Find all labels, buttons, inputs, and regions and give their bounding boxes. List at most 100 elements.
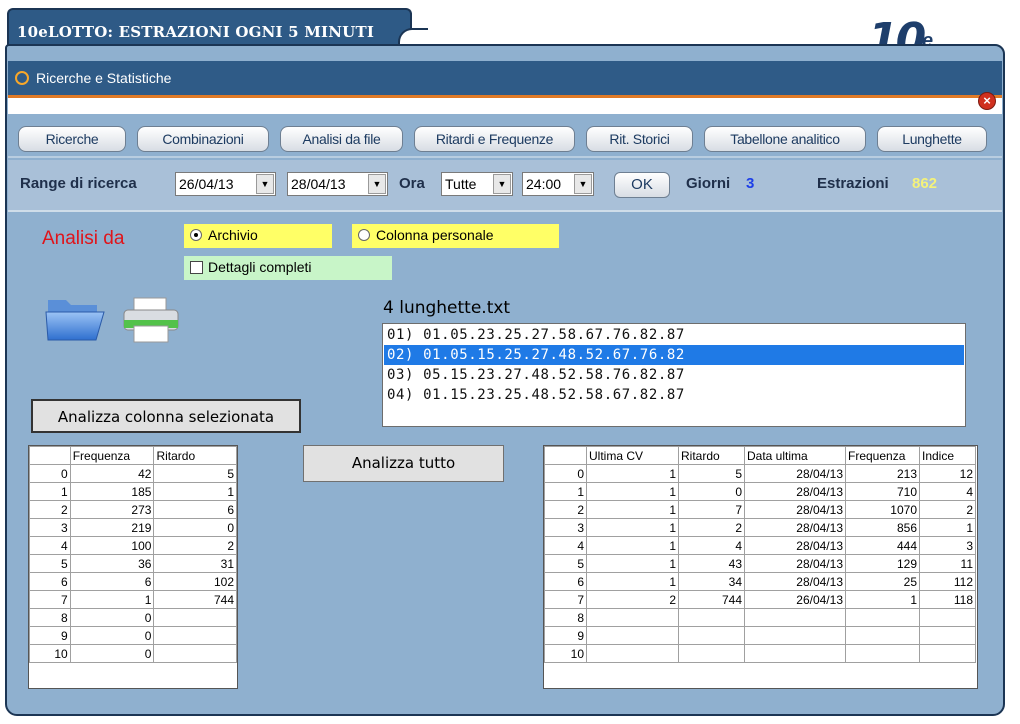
table-cell[interactable] (678, 626, 745, 645)
printer-icon[interactable] (120, 296, 182, 344)
table-cell[interactable] (678, 644, 745, 663)
table-cell[interactable]: 1 (586, 554, 679, 573)
table-cell[interactable] (744, 644, 846, 663)
menu-rit-storici[interactable]: Rit. Storici (586, 126, 693, 152)
table-row[interactable]: 1 185 1 (29, 482, 237, 501)
table-cell[interactable]: 444 (845, 536, 920, 555)
table-cell[interactable]: 34 (678, 572, 745, 591)
stats-table[interactable]: Ultima CV Ritardo Data ultima Frequenza … (543, 445, 978, 689)
table-row[interactable]: 4 1 4 28/04/13 444 3 (544, 536, 976, 555)
list-item[interactable]: 03) 05.15.23.27.48.52.58.76.82.87 (384, 365, 964, 385)
table-cell[interactable]: 28/04/13 (744, 464, 846, 483)
table-cell[interactable]: 2 (919, 500, 976, 519)
analizza-colonna-button[interactable]: Analizza colonna selezionata (31, 399, 301, 433)
table-cell[interactable] (845, 644, 920, 663)
list-item[interactable]: 04) 01.15.23.25.48.52.58.67.82.87 (384, 385, 964, 405)
table-row[interactable]: 10 (544, 644, 976, 663)
dettagli-checkbox[interactable]: Dettagli completi (184, 256, 392, 280)
table-row[interactable]: 80 (29, 608, 237, 627)
table-cell[interactable]: 28/04/13 (744, 518, 846, 537)
table-cell[interactable]: 1 (586, 518, 679, 537)
table-cell[interactable]: 0 (153, 518, 237, 537)
table-cell[interactable]: 28/04/13 (744, 572, 846, 591)
table-cell[interactable]: 43 (678, 554, 745, 573)
table-cell[interactable]: 1 (153, 482, 237, 501)
table-cell[interactable]: 744 (153, 590, 237, 609)
table-cell[interactable]: 11 (919, 554, 976, 573)
table-cell[interactable]: 5 (678, 464, 745, 483)
menu-ritardi-frequenze[interactable]: Ritardi e Frequenze (414, 126, 575, 152)
table-cell[interactable] (845, 626, 920, 645)
table-row[interactable]: 0 1 5 28/04/13 213 12 (544, 464, 976, 483)
table-cell[interactable]: 7 (678, 500, 745, 519)
table-cell[interactable]: 112 (919, 572, 976, 591)
table-cell[interactable]: 856 (845, 518, 920, 537)
table-row[interactable]: 5 36 31 (29, 554, 237, 573)
table-cell[interactable]: 219 (69, 518, 155, 537)
table-cell[interactable]: 31 (153, 554, 237, 573)
dropdown-arrow-icon[interactable]: ▼ (368, 174, 386, 194)
menu-combinazioni[interactable]: Combinazioni (137, 126, 269, 152)
table-cell[interactable]: 1 (586, 500, 679, 519)
dropdown-arrow-icon[interactable]: ▼ (256, 174, 274, 194)
table-cell[interactable]: 213 (845, 464, 920, 483)
folder-open-icon[interactable] (44, 294, 106, 342)
table-cell[interactable]: 1 (919, 518, 976, 537)
table-cell[interactable]: 118 (919, 590, 976, 609)
frequency-table[interactable]: Frequenza Ritardo 0 42 5 1 185 1 2 273 6 3 219 0 4 10… (28, 445, 238, 689)
table-row[interactable]: 6 6 102 (29, 572, 237, 591)
dropdown-arrow-icon[interactable]: ▼ (493, 174, 511, 194)
date-from-select[interactable]: 26/04/13 ▼ (175, 172, 276, 196)
menu-analisi-da-file[interactable]: Analisi da file (280, 126, 403, 152)
archivio-radio[interactable]: Archivio (184, 224, 332, 248)
table-row[interactable]: 2 273 6 (29, 500, 237, 519)
table-row[interactable]: 7 1 744 (29, 590, 237, 609)
table-cell[interactable]: 129 (845, 554, 920, 573)
table-cell[interactable]: 0 (678, 482, 745, 501)
file-lines-list[interactable]: 01) 01.05.23.25.27.58.67.76.82.87 02) 01… (382, 323, 966, 427)
table-cell[interactable]: 102 (153, 572, 237, 591)
table-cell[interactable] (153, 608, 237, 627)
table-cell[interactable]: 12 (919, 464, 976, 483)
table-row[interactable]: 0 42 5 (29, 464, 237, 483)
table-cell[interactable]: 273 (69, 500, 155, 519)
ok-button[interactable]: OK (614, 172, 670, 198)
table-cell[interactable]: 2 (153, 536, 237, 555)
list-item-selected[interactable]: 02) 01.05.15.25.27.48.52.67.76.82 (384, 345, 964, 365)
table-cell[interactable]: 42 (69, 464, 155, 483)
table-cell[interactable]: 185 (69, 482, 155, 501)
table-cell[interactable]: 6 (153, 500, 237, 519)
table-cell[interactable]: 2 (586, 590, 679, 609)
table-cell[interactable] (845, 608, 920, 627)
table-cell[interactable]: 1070 (845, 500, 920, 519)
colonna-personale-radio[interactable]: Colonna personale (352, 224, 559, 248)
time-select[interactable]: 24:00 ▼ (522, 172, 594, 196)
table-cell[interactable]: 4 (678, 536, 745, 555)
menu-tabellone-analitico[interactable]: Tabellone analitico (704, 126, 866, 152)
table-cell[interactable]: 36 (69, 554, 155, 573)
table-row[interactable]: 5 1 43 28/04/13 129 11 (544, 554, 976, 573)
table-cell[interactable]: 1 (69, 590, 155, 609)
table-cell[interactable]: 1 (586, 482, 679, 501)
table-cell[interactable]: 744 (678, 590, 745, 609)
close-icon[interactable]: × (978, 92, 996, 110)
table-cell[interactable]: 5 (153, 464, 237, 483)
table-cell[interactable] (744, 626, 846, 645)
table-cell[interactable] (919, 608, 976, 627)
table-row[interactable]: 3 219 0 (29, 518, 237, 537)
dropdown-arrow-icon[interactable]: ▼ (574, 174, 592, 194)
table-row[interactable]: 7 2 744 26/04/13 1 118 (544, 590, 976, 609)
table-cell[interactable]: 1 (586, 464, 679, 483)
table-cell[interactable] (586, 608, 679, 627)
list-item[interactable]: 01) 01.05.23.25.27.58.67.76.82.87 (384, 325, 964, 345)
menu-ricerche[interactable]: Ricerche (18, 126, 126, 152)
menu-lunghette[interactable]: Lunghette (877, 126, 987, 152)
table-cell[interactable] (153, 626, 237, 645)
table-cell[interactable]: 710 (845, 482, 920, 501)
table-cell[interactable]: 100 (69, 536, 155, 555)
table-cell[interactable] (586, 644, 679, 663)
ora-select[interactable]: Tutte ▼ (441, 172, 513, 196)
table-row[interactable]: 3 1 2 28/04/13 856 1 (544, 518, 976, 537)
table-cell[interactable]: 28/04/13 (744, 482, 846, 501)
table-cell[interactable]: 4 (919, 482, 976, 501)
